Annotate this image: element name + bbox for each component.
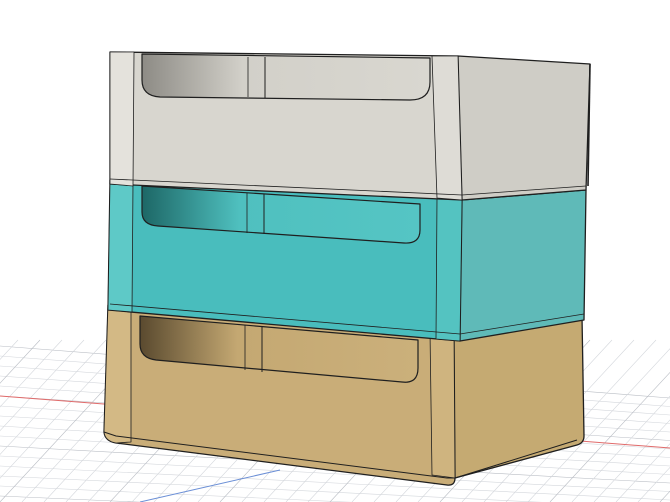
top-crate[interactable] — [109, 51, 591, 201]
bottom-crate-right-rim — [429, 330, 456, 479]
cad-viewport[interactable] — [0, 0, 670, 502]
grid-line — [0, 339, 85, 432]
middle-crate-side — [459, 189, 587, 342]
top-crate-right-rim — [431, 55, 463, 201]
crate-stack-model[interactable] — [103, 51, 591, 486]
grid-line — [615, 443, 670, 502]
grid-line — [0, 475, 543, 502]
y-axis-line — [139, 469, 281, 502]
3d-scene[interactable] — [0, 0, 670, 502]
bottom-crate-left-rim — [103, 304, 132, 444]
top-crate-handle-hole — [141, 53, 431, 101]
top-crate-left-rim — [109, 51, 135, 187]
middle-crate-right-rim — [435, 197, 463, 342]
bottom-crate-side — [453, 315, 585, 479]
middle-crate[interactable] — [107, 179, 587, 342]
grid-line — [659, 490, 670, 502]
top-crate-side — [457, 55, 591, 201]
grid-line — [637, 466, 670, 502]
middle-crate-left-rim — [107, 179, 134, 313]
